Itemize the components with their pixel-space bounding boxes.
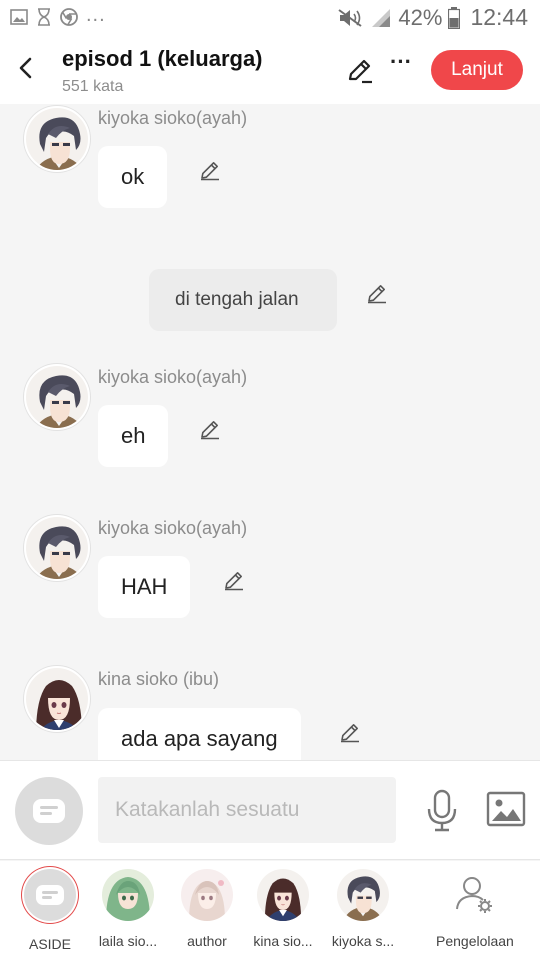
clock: 12:44 bbox=[470, 4, 528, 30]
character-label: kina sio... bbox=[253, 933, 313, 949]
character-selector: ASIDE laila sio... author kina sio... ki… bbox=[0, 861, 540, 960]
back-arrow-icon[interactable] bbox=[12, 54, 40, 82]
edit-pencil-icon[interactable] bbox=[338, 720, 362, 744]
message-bubble[interactable]: ok bbox=[98, 146, 168, 208]
chat-area[interactable]: kiyoka sioko(ayah) ok di tengah jalan ki… bbox=[0, 104, 540, 760]
aside-toggle-button[interactable] bbox=[15, 777, 83, 845]
character-label: author bbox=[187, 933, 227, 949]
character-aside[interactable]: ASIDE bbox=[12, 869, 88, 952]
hourglass-icon bbox=[38, 8, 50, 26]
microphone-icon[interactable] bbox=[424, 789, 460, 833]
speaker-name: kiyoka sioko(ayah) bbox=[98, 518, 248, 538]
mute-icon bbox=[338, 8, 362, 27]
status-bar: ... 42% 12:44 bbox=[0, 0, 540, 36]
avatar[interactable] bbox=[24, 515, 90, 581]
edit-pencil-icon[interactable] bbox=[222, 568, 246, 592]
battery-percent: 42% bbox=[398, 4, 443, 30]
battery-icon bbox=[448, 6, 461, 29]
image-icon bbox=[10, 9, 28, 25]
character-author[interactable]: author bbox=[169, 869, 245, 949]
message-bubble[interactable]: eh bbox=[98, 405, 169, 467]
edit-pencil-icon[interactable] bbox=[365, 281, 389, 305]
avatar bbox=[181, 869, 233, 921]
character-management[interactable]: Pengelolaan bbox=[436, 869, 514, 949]
avatar[interactable] bbox=[24, 666, 90, 732]
episode-title: episod 1 (keluarga) bbox=[62, 46, 263, 71]
message-bubble[interactable]: HAH bbox=[98, 556, 191, 618]
message-input[interactable] bbox=[98, 777, 396, 843]
edit-pencil-icon[interactable] bbox=[198, 417, 222, 441]
avatar[interactable] bbox=[24, 106, 90, 172]
character-laila[interactable]: laila sio... bbox=[90, 869, 166, 949]
aside-avatar bbox=[24, 869, 76, 921]
top-app-bar: episod 1 (keluarga) 551 kata ··· Lanjut bbox=[0, 36, 540, 104]
character-kina[interactable]: kina sio... bbox=[245, 869, 321, 949]
status-right: 42% 12:44 bbox=[336, 4, 528, 31]
message-bubble[interactable]: ada apa sayang bbox=[98, 708, 301, 760]
speaker-name: kiyoka sioko(ayah) bbox=[98, 367, 248, 387]
manage-characters-icon bbox=[448, 869, 500, 921]
composer-bar bbox=[0, 760, 540, 860]
chrome-icon bbox=[60, 8, 78, 26]
edit-pencil-icon[interactable] bbox=[198, 158, 222, 182]
word-count: 551 kata bbox=[62, 78, 124, 95]
next-button[interactable]: Lanjut bbox=[431, 50, 523, 90]
character-label: Pengelolaan bbox=[436, 933, 514, 949]
character-label: kiyoka s... bbox=[331, 933, 395, 949]
character-kiyoka[interactable]: kiyoka s... bbox=[325, 869, 401, 949]
speaker-name: kina sioko (ibu) bbox=[98, 669, 220, 689]
avatar[interactable] bbox=[24, 364, 90, 430]
more-options-icon[interactable]: ··· bbox=[388, 51, 414, 80]
avatar bbox=[257, 869, 309, 921]
signal-icon bbox=[372, 8, 391, 27]
edit-title-pencil-icon[interactable] bbox=[346, 56, 374, 84]
character-label: laila sio... bbox=[98, 933, 158, 949]
character-label: ASIDE bbox=[28, 936, 71, 952]
more-notifications: ... bbox=[86, 4, 106, 26]
chat-bubble-icon bbox=[33, 799, 65, 823]
image-upload-icon[interactable] bbox=[486, 791, 526, 827]
avatar bbox=[337, 869, 389, 921]
narration-bubble[interactable]: di tengah jalan bbox=[149, 269, 337, 331]
chat-bubble-icon bbox=[36, 885, 64, 905]
avatar bbox=[102, 869, 154, 921]
status-left: ... bbox=[10, 4, 106, 26]
speaker-name: kiyoka sioko(ayah) bbox=[98, 108, 248, 128]
